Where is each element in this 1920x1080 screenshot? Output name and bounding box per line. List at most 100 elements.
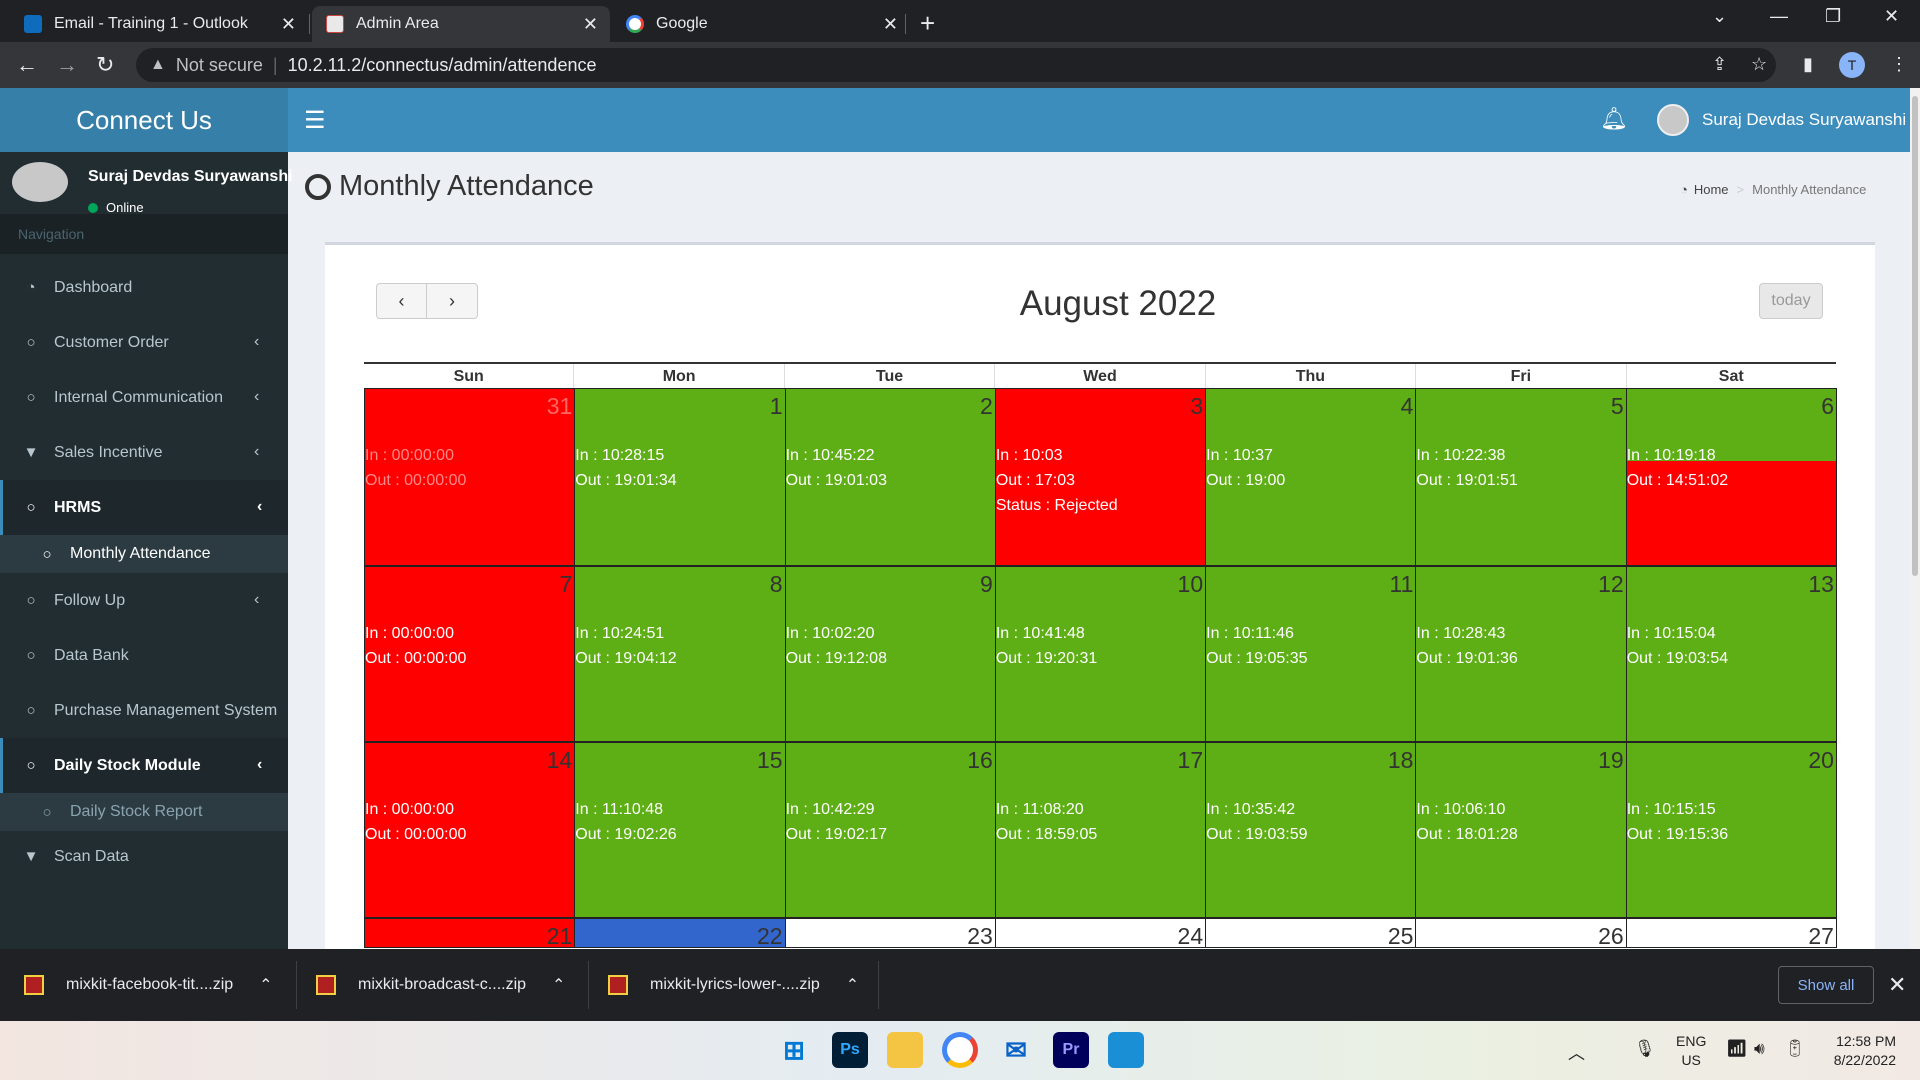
file-explorer-icon[interactable]	[887, 1032, 923, 1068]
check-in-time[interactable]: In : 10:02:20	[786, 621, 995, 646]
check-in-time[interactable]: In : 11:10:48	[575, 797, 784, 822]
next-month-button[interactable]: ›	[427, 283, 478, 319]
calendar-day-cell[interactable]: 18 In : 10:35:42 Out : 19:03:59	[1205, 742, 1417, 918]
chrome-icon[interactable]	[942, 1032, 978, 1068]
share-icon[interactable]: ⇪	[1712, 54, 1727, 75]
calendar-day-cell[interactable]: 25	[1205, 918, 1417, 948]
calendar-day-cell[interactable]: 19 In : 10:06:10 Out : 18:01:28	[1415, 742, 1627, 918]
browser-menu-icon[interactable]: ⋮	[1890, 54, 1908, 75]
tab-search-icon[interactable]: ⌄	[1712, 6, 1727, 27]
sidebar-item-dashboard[interactable]: ◔ Dashboard	[0, 260, 288, 315]
check-in-time[interactable]: In : 10:45:22	[786, 443, 995, 468]
calendar-day-cell[interactable]: 22	[574, 918, 786, 948]
chevron-up-icon[interactable]: ⌃	[846, 975, 859, 995]
language-indicator[interactable]: ENG US	[1676, 1032, 1706, 1070]
check-in-time[interactable]: In : 10:03	[996, 443, 1205, 468]
check-out-time[interactable]: Out : 18:01:28	[1416, 822, 1625, 847]
calendar-day-cell[interactable]: 15 In : 11:10:48 Out : 19:02:26	[574, 742, 786, 918]
close-shelf-icon[interactable]: ✕	[1888, 972, 1906, 998]
calendar-day-cell[interactable]: 24	[994, 918, 1207, 948]
check-in-time[interactable]: In : 10:19:18	[1627, 443, 1836, 468]
check-out-time[interactable]: Out : 00:00:00	[365, 646, 574, 671]
calendar-day-cell[interactable]: 4 In : 10:37 Out : 19:00	[1205, 388, 1417, 566]
check-in-time[interactable]: In : 10:11:46	[1206, 621, 1415, 646]
scrollbar-thumb[interactable]	[1912, 96, 1918, 576]
tab-admin-area[interactable]: Admin Area ✕	[312, 6, 610, 42]
wifi-icon[interactable]: 📶︎	[1726, 1039, 1748, 1059]
bookmark-star-icon[interactable]: ☆	[1751, 54, 1767, 75]
calendar-day-cell[interactable]: 5 In : 10:22:38 Out : 19:01:51	[1415, 388, 1627, 566]
calendar-day-cell[interactable]: 11 In : 10:11:46 Out : 19:05:35	[1205, 566, 1417, 742]
check-in-time[interactable]: In : 10:24:51	[575, 621, 784, 646]
sidebar-item-data-bank[interactable]: ○ Data Bank	[0, 628, 288, 683]
check-in-time[interactable]: In : 10:37	[1206, 443, 1415, 468]
chevron-up-icon[interactable]: ︿	[1568, 1039, 1585, 1064]
check-in-time[interactable]: In : 10:42:29	[786, 797, 995, 822]
calendar-day-cell[interactable]: 10 In : 10:41:48 Out : 19:20:31	[994, 566, 1207, 742]
reload-icon[interactable]: ↻	[96, 52, 114, 78]
check-out-time[interactable]: Out : 00:00:00	[365, 822, 574, 847]
avatar[interactable]	[1657, 104, 1689, 136]
check-out-time[interactable]: Out : 19:12:08	[786, 646, 995, 671]
check-out-time[interactable]: Out : 19:01:36	[1416, 646, 1625, 671]
sidebar-item-internal-communication[interactable]: ○ Internal Communication ‹	[0, 370, 288, 425]
volume-icon[interactable]: 🔊︎	[1754, 1039, 1765, 1059]
mail-icon[interactable]: ✉	[998, 1032, 1034, 1068]
warning-icon[interactable]: ▲	[150, 56, 166, 74]
download-item[interactable]: mixkit-facebook-tit....zip ⌃	[24, 949, 273, 1021]
check-in-time[interactable]: In : 10:22:38	[1416, 443, 1625, 468]
calendar-day-cell[interactable]: 13 In : 10:15:04 Out : 19:03:54	[1625, 566, 1837, 742]
tab-outlook[interactable]: Email - Training 1 - Outlook ✕	[10, 6, 308, 42]
check-out-time[interactable]: Out : 18:59:05	[996, 822, 1205, 847]
photos-icon[interactable]	[1108, 1032, 1144, 1068]
microphone-icon[interactable]: 🎙︎	[1634, 1039, 1656, 1059]
show-all-button[interactable]: Show all	[1778, 966, 1874, 1004]
sidebar-item-daily-stock-report[interactable]: ○ Daily Stock Report	[0, 793, 288, 831]
check-out-time[interactable]: Out : 19:20:31	[996, 646, 1205, 671]
check-in-time[interactable]: In : 00:00:00	[365, 797, 574, 822]
download-item[interactable]: mixkit-broadcast-c....zip ⌃	[316, 949, 565, 1021]
taskbar-clock[interactable]: 12:58 PM 8/22/2022	[1816, 1032, 1896, 1070]
check-in-time[interactable]: In : 10:15:15	[1627, 797, 1836, 822]
check-in-time[interactable]: In : 11:08:20	[996, 797, 1205, 822]
back-icon[interactable]: ←	[16, 52, 38, 78]
calendar-day-cell[interactable]: 20 In : 10:15:15 Out : 19:15:36	[1625, 742, 1837, 918]
sidebar-item-follow-up[interactable]: ○ Follow Up ‹	[0, 573, 288, 628]
calendar-day-cell[interactable]: 14 In : 00:00:00 Out : 00:00:00	[364, 742, 576, 918]
check-in-time[interactable]: In : 10:41:48	[996, 621, 1205, 646]
calendar-day-cell[interactable]: 21	[364, 918, 576, 948]
calendar-day-cell[interactable]: 6 In : 10:19:18 Out : 14:51:02	[1625, 388, 1837, 566]
chevron-up-icon[interactable]: ⌃	[259, 975, 272, 995]
maximize-icon[interactable]: ❐	[1825, 6, 1841, 27]
prev-month-button[interactable]: ‹	[376, 283, 427, 319]
close-window-icon[interactable]: ✕	[1884, 6, 1899, 27]
url-text[interactable]: 10.2.11.2/connectus/admin/attendence	[288, 55, 597, 76]
tab-google[interactable]: Google ✕	[612, 6, 910, 42]
premiere-icon[interactable]: Pr	[1053, 1032, 1089, 1068]
today-button[interactable]: today	[1759, 283, 1823, 319]
calendar-day-cell[interactable]: 1 In : 10:28:15 Out : 19:01:34	[574, 388, 786, 566]
check-in-time[interactable]: In : 10:35:42	[1206, 797, 1415, 822]
check-in-time[interactable]: In : 10:06:10	[1416, 797, 1625, 822]
chevron-up-icon[interactable]: ⌃	[552, 975, 565, 995]
calendar-day-cell[interactable]: 3 In : 10:03 Out : 17:03 Status : Rejected	[994, 388, 1207, 566]
forward-icon[interactable]: →	[56, 52, 78, 78]
check-in-time[interactable]: In : 00:00:00	[365, 443, 574, 468]
check-out-time[interactable]: Out : 19:02:17	[786, 822, 995, 847]
side-panel-icon[interactable]: ▮	[1803, 54, 1813, 75]
check-in-time[interactable]: In : 10:15:04	[1627, 621, 1836, 646]
calendar-day-cell[interactable]: 31 In : 00:00:00 Out : 00:00:00	[364, 388, 576, 566]
check-out-time[interactable]: Out : 19:03:54	[1627, 646, 1836, 671]
check-out-time[interactable]: Out : 19:04:12	[575, 646, 784, 671]
photoshop-icon[interactable]: Ps	[832, 1032, 868, 1068]
brand-logo[interactable]: Connect Us	[0, 88, 288, 152]
check-out-time[interactable]: Out : 19:00	[1206, 468, 1415, 493]
close-tab-icon[interactable]: ✕	[281, 14, 296, 35]
check-out-time[interactable]: Out : 19:01:34	[575, 468, 784, 493]
calendar-day-cell[interactable]: 2 In : 10:45:22 Out : 19:01:03	[784, 388, 996, 566]
calendar-day-cell[interactable]: 8 In : 10:24:51 Out : 19:04:12	[574, 566, 786, 742]
menu-toggle-icon[interactable]: ☰	[304, 106, 326, 135]
check-out-time[interactable]: Out : 00:00:00	[365, 468, 574, 493]
breadcrumb-home-link[interactable]: Home	[1694, 182, 1729, 197]
profile-avatar[interactable]: T	[1839, 52, 1865, 78]
